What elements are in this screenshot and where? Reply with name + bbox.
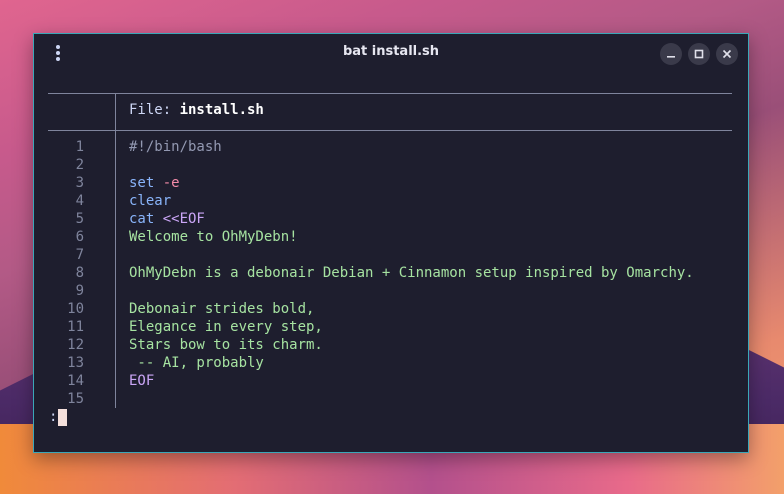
minimize-icon [667, 56, 675, 58]
line-number: 11 [67, 319, 84, 335]
line-number: 4 [75, 193, 84, 209]
titlebar: bat install.sh [34, 34, 748, 72]
close-icon [722, 49, 732, 59]
code-token: Welcome to OhMyDebn! [129, 229, 298, 245]
window-title: bat install.sh [342, 44, 440, 59]
file-label: File: [129, 102, 180, 118]
file-header: File: install.sh [129, 102, 264, 118]
line-code: Welcome to OhMyDebn! [129, 228, 298, 246]
gutter-divider-header [115, 93, 116, 130]
line-number: 6 [75, 229, 84, 245]
code-token: -e [162, 175, 180, 191]
line-number: 14 [67, 373, 84, 389]
code-token: Stars bow to its charm. [129, 337, 323, 353]
line-number: 13 [67, 355, 84, 371]
code-token: -- AI, probably [129, 355, 264, 371]
maximize-button[interactable] [688, 43, 710, 65]
line-code: cat <<EOF [129, 210, 205, 228]
code-token: clear [129, 193, 172, 209]
file-name: install.sh [179, 102, 264, 118]
code-token: Debonair strides bold, [129, 301, 315, 317]
line-code: OhMyDebn is a debonair Debian + Cinnamon… [129, 264, 694, 282]
gutter-divider [115, 130, 116, 408]
minimize-button[interactable] [660, 43, 682, 65]
terminal-window: bat install.sh File: install.sh 1 #!/bin/… [33, 33, 749, 453]
line-number: 3 [75, 175, 84, 191]
line-code: clear [129, 192, 171, 210]
maximize-icon [694, 49, 704, 59]
terminal-content[interactable]: File: install.sh 1 #!/bin/bash 2 3 set -e 4 cl… [48, 72, 732, 452]
line-code: #!/bin/bash [129, 138, 222, 156]
line-code: Stars bow to its charm. [129, 336, 323, 354]
code-token: #!/bin/bash [129, 139, 222, 155]
line-code: set -e [129, 174, 180, 192]
close-button[interactable] [716, 43, 738, 65]
line-code: Elegance in every step, [129, 318, 323, 336]
line-number: 15 [67, 391, 84, 407]
code-token: Elegance in every step, [129, 319, 323, 335]
divider-header [48, 130, 732, 131]
line-number: 9 [75, 283, 84, 299]
line-number: 12 [67, 337, 84, 353]
line-number: 7 [75, 247, 84, 263]
line-code: Debonair strides bold, [129, 300, 314, 318]
divider-top [48, 93, 732, 94]
line-number: 1 [75, 139, 84, 155]
code-token: <<EOF [162, 211, 205, 227]
line-number: 2 [75, 157, 84, 173]
code-token: cat [129, 211, 163, 227]
code-token: OhMyDebn is a debonair Debian + Cinnamon… [129, 265, 694, 281]
text-cursor [58, 409, 67, 426]
code-token: EOF [129, 373, 155, 389]
line-number: 5 [75, 211, 84, 227]
line-number: 10 [67, 301, 84, 317]
line-code: EOF [129, 372, 154, 390]
pager-prompt: : [49, 409, 58, 425]
line-code: -- AI, probably [129, 354, 264, 372]
code-token: set [129, 175, 163, 191]
line-number: 8 [75, 265, 84, 281]
